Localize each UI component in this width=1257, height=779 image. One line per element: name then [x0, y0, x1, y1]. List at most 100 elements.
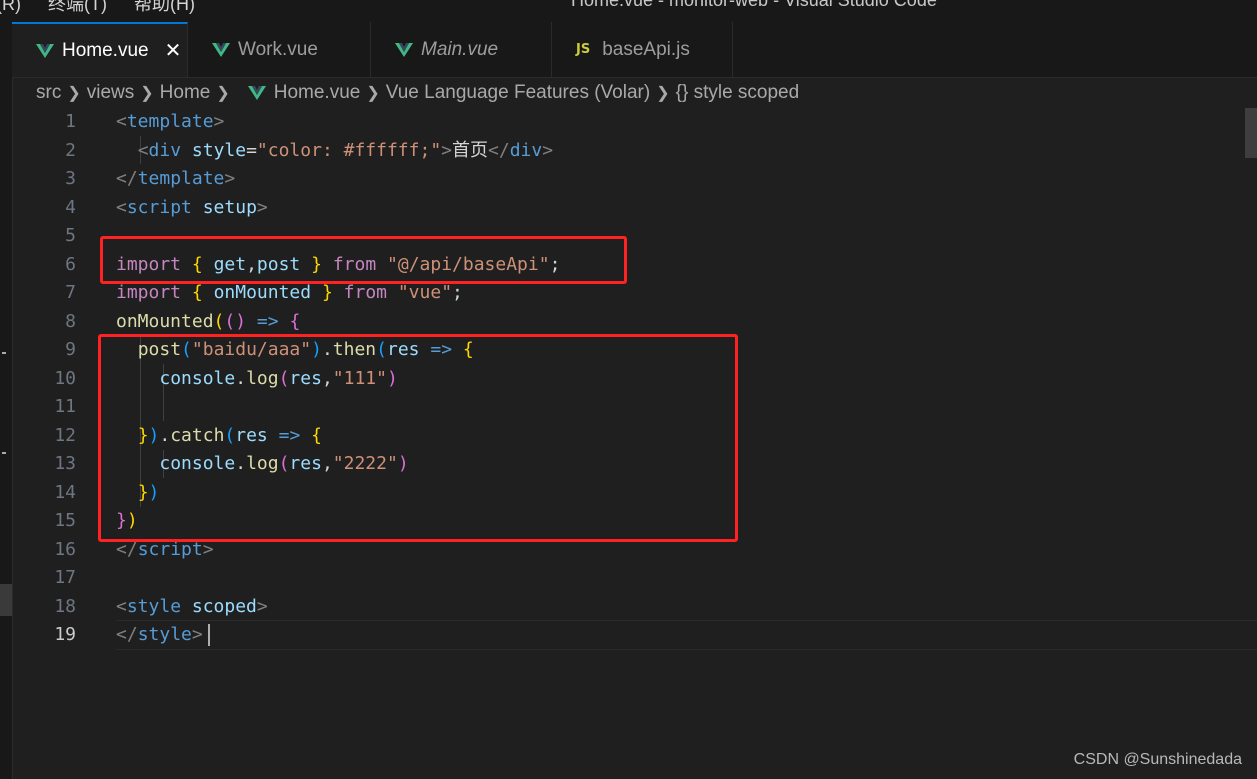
code-token: > [542, 139, 554, 161]
line-number: 7 [65, 282, 76, 303]
line-number: 3 [65, 168, 76, 189]
activity-bar-selected[interactable] [0, 584, 12, 616]
line-code: <style scoped> [116, 593, 268, 622]
line-number: 14 [54, 481, 76, 503]
code-token: style [191, 139, 247, 161]
line-number: 12 [54, 424, 76, 446]
line-number: 6 [65, 253, 76, 275]
code-token: </ [116, 624, 138, 645]
breadcrumb-item-src[interactable]: src [36, 82, 61, 104]
collapsed-panel-marker [2, 352, 6, 354]
line-number: 1 [65, 111, 76, 132]
breadcrumb-item-symbol[interactable]: {} style scoped [676, 82, 800, 104]
code-token: => [256, 310, 279, 332]
code-token: onMounted [213, 282, 312, 303]
code-token: = [246, 139, 257, 161]
line-number: 17 [54, 567, 76, 588]
code-token: < [116, 111, 127, 132]
tab-label: Main.vue [421, 38, 499, 60]
line-code: onMounted(() => { [116, 308, 300, 337]
code-token: script [126, 196, 192, 218]
code-token: 首页 [452, 139, 488, 161]
chevron-right-icon: ❯ [366, 85, 380, 102]
line-number: 8 [65, 310, 76, 332]
code-token: { [289, 310, 301, 332]
line-number: 9 [65, 339, 76, 360]
code-token: > [256, 595, 268, 617]
code-token: ; [452, 282, 463, 303]
code-token: onMounted [116, 310, 214, 332]
tab-main-vue[interactable]: Main.vue [371, 22, 552, 77]
code-line[interactable]: 2 <div style="color: #ffffff;">首页</div> [12, 137, 1257, 166]
menu-item-help[interactable]: 帮助(H) [134, 0, 195, 14]
line-number: 4 [65, 196, 76, 218]
code-token: < [116, 196, 127, 218]
chevron-right-icon: ❯ [140, 85, 154, 102]
line-code: <div style="color: #ffffff;">首页</div> [116, 137, 553, 166]
close-icon[interactable]: ✕ [165, 38, 182, 63]
code-token: "color: #ffffff;" [256, 139, 442, 161]
chevron-right-icon: ❯ [67, 85, 81, 102]
chevron-right-icon: ❯ [656, 85, 670, 102]
code-token: ( [213, 310, 225, 332]
tab-baseapi-js[interactable]: JS baseApi.js [552, 22, 733, 77]
tab-label: Work.vue [238, 38, 318, 60]
vertical-scrollbar[interactable] [1245, 108, 1257, 158]
code-token: scoped [191, 595, 257, 617]
code-token: </ [488, 139, 510, 161]
line-code: </template> [116, 165, 235, 194]
annotation-box-import [100, 236, 627, 284]
menu-item-terminal[interactable]: 终端(T) [48, 0, 107, 14]
breadcrumb-item-language[interactable]: Vue Language Features (Volar) [386, 82, 650, 104]
line-number: 15 [54, 510, 76, 531]
menu-bar: (R) 终端(T) 帮助(H) [0, 0, 217, 16]
breadcrumb-item-home[interactable]: Home [160, 82, 211, 104]
window-title: Home.vue - monitor-web - Visual Studio C… [571, 0, 937, 10]
tab-home-vue[interactable]: Home.vue ✕ [12, 22, 188, 77]
line-number: 13 [54, 453, 76, 474]
vue-icon [212, 42, 230, 57]
line-number: 5 [65, 225, 76, 246]
code-line[interactable]: 1 <template> [12, 108, 1257, 137]
line-number: 19 [54, 624, 76, 645]
breadcrumb-item-file[interactable]: Home.vue [274, 82, 361, 104]
tab-work-vue[interactable]: Work.vue [188, 22, 371, 77]
code-token: "vue" [397, 282, 453, 303]
line-number: 18 [54, 595, 76, 617]
vue-icon [395, 42, 413, 57]
code-line[interactable]: 17 [12, 564, 1257, 593]
code-line[interactable]: 4 <script setup> [12, 194, 1257, 223]
code-token: () [224, 310, 247, 332]
code-token: div [148, 139, 182, 161]
chevron-right-icon: ❯ [216, 85, 230, 102]
code-token: style [137, 624, 192, 645]
line-code: </style> [116, 621, 203, 650]
tab-label: baseApi.js [602, 38, 690, 60]
code-token: > [191, 624, 203, 645]
code-token: > [224, 168, 236, 189]
code-token: < [116, 595, 127, 617]
code-line[interactable]: 8 onMounted(() => { [12, 308, 1257, 337]
editor-tab-bar: Home.vue ✕ Work.vue Main.vue JS baseApi.… [12, 22, 1257, 78]
watermark: CSDN @Sunshinedada [1073, 751, 1242, 768]
code-token: > [441, 139, 452, 161]
line-number: 16 [54, 538, 76, 560]
menu-item-run[interactable]: (R) [0, 0, 21, 14]
code-token: > [213, 111, 225, 132]
tab-label: Home.vue [62, 39, 149, 61]
code-line[interactable]: 18 <style scoped> [12, 593, 1257, 622]
code-line[interactable]: 19 </style> [12, 621, 1257, 650]
line-code: <template> [116, 108, 224, 137]
breadcrumb: src ❯ views ❯ Home ❯ Home.vue ❯ Vue Lang… [36, 81, 799, 105]
breadcrumb-item-views[interactable]: views [87, 82, 135, 104]
line-number: 11 [54, 396, 76, 417]
code-token: template [126, 111, 214, 132]
code-line[interactable]: 3 </template> [12, 165, 1257, 194]
